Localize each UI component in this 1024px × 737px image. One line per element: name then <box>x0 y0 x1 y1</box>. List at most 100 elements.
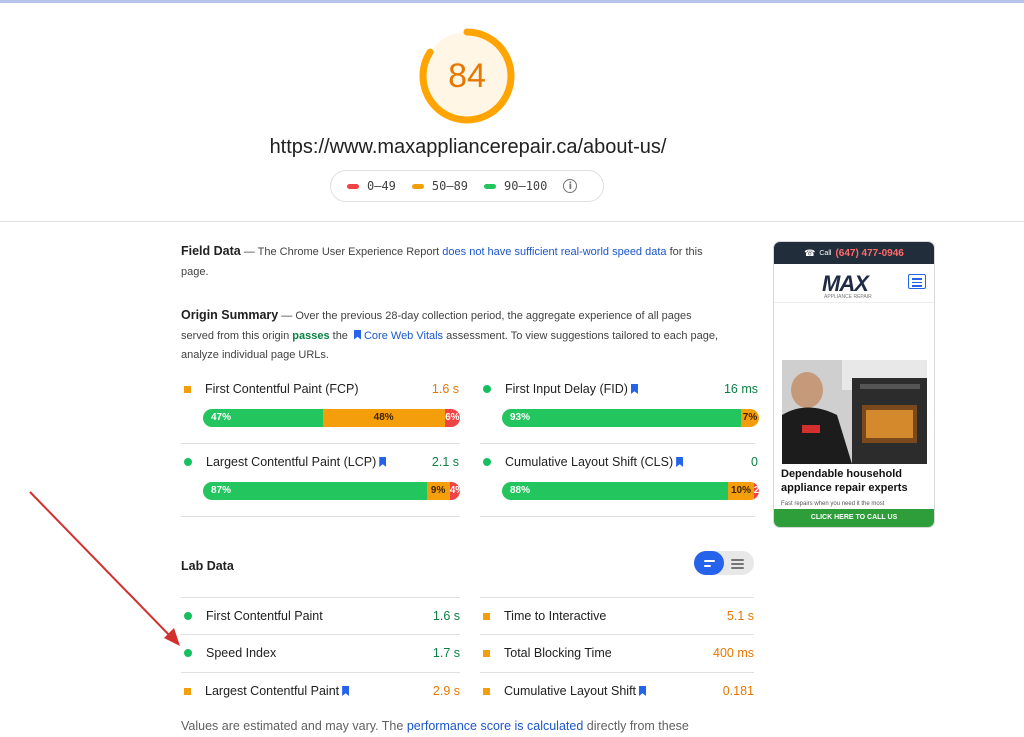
row-divider <box>181 443 460 444</box>
phone-icon: ☎ <box>804 247 816 258</box>
good-segment: 88% <box>502 482 729 500</box>
preview-call-label: Call <box>819 249 832 257</box>
field-metric: First Input Delay (FID) 16 ms 93% 7% <box>480 381 759 427</box>
poor-segment: 6% <box>444 409 460 427</box>
needs-improvement-segment: 48% <box>322 409 445 427</box>
lab-metric-value: 5.1 s <box>726 609 754 623</box>
average-square-icon <box>483 612 490 620</box>
bookmark-icon <box>353 329 361 340</box>
field-data-link[interactable]: does not have sufficient real-world spee… <box>442 246 666 258</box>
field-metric-name: Cumulative Layout Shift (CLS) <box>505 455 674 469</box>
field-metric-name: First Contentful Paint (FCP) <box>205 382 359 396</box>
good-circle-icon <box>184 612 192 620</box>
lab-metric-name: Total Blocking Time <box>504 646 612 660</box>
lab-metric: Speed Index 1.7 s <box>181 644 460 662</box>
preview-nav: MAX APPLIANCE REPAIR <box>774 264 934 303</box>
preview-phone: (647) 477-0946 <box>835 247 904 259</box>
lab-metric: Cumulative Layout Shift 0.181 <box>480 682 754 700</box>
lab-metric-value: 400 ms <box>713 646 754 660</box>
view-toggle[interactable] <box>694 551 754 575</box>
field-metric-name: Largest Contentful Paint (LCP) <box>206 455 377 469</box>
lab-metric-name: Largest Contentful Paint <box>205 684 340 698</box>
score-calc-link[interactable]: performance score is calculated <box>407 719 583 733</box>
lab-metric-name: First Contentful Paint <box>206 609 323 623</box>
row-divider <box>480 672 754 673</box>
field-metric: Cumulative Layout Shift (CLS) 0 88%10%2% <box>480 454 759 500</box>
page-screenshot-preview: ☎ Call (647) 477-0946 MAX APPLIANCE REPA… <box>774 242 934 527</box>
legend-label: 90–100 <box>504 179 548 193</box>
performance-score: 84 <box>448 57 486 95</box>
average-square-icon <box>483 649 490 657</box>
average-square-icon <box>184 385 191 393</box>
good-segment: 47% <box>203 409 323 427</box>
lab-metric-value: 2.9 s <box>432 684 460 698</box>
row-divider <box>480 597 754 598</box>
footer-text-end: directly from these <box>583 719 689 733</box>
field-metric-header: Largest Contentful Paint (LCP) 2.1 s <box>181 454 459 470</box>
needs-improvement-segment: 9% <box>426 482 450 500</box>
toggle-line <box>731 563 744 565</box>
lab-metric-name: Speed Index <box>206 646 277 660</box>
good-circle-icon <box>184 649 192 657</box>
lab-metric-name: Cumulative Layout Shift <box>504 684 637 698</box>
toggle-line <box>704 565 711 567</box>
origin-summary-title: Origin Summary <box>181 308 279 322</box>
info-icon[interactable]: i <box>563 179 578 193</box>
bookmark-icon <box>639 686 647 696</box>
lab-metric: Time to Interactive 5.1 s <box>480 607 754 625</box>
legend-item-good: 90–100 <box>484 179 547 193</box>
legend-item-poor: 0–49 <box>347 179 396 193</box>
toggle-line <box>731 559 744 561</box>
footer-text: Values are estimated and may vary. The <box>181 719 407 733</box>
bookmark-icon <box>342 686 350 696</box>
footer-note: Values are estimated and may vary. The p… <box>181 719 689 733</box>
field-metric-name: First Input Delay (FID) <box>505 382 628 396</box>
lab-metric-value: 1.7 s <box>432 646 460 660</box>
toggle-line <box>731 567 744 569</box>
page-url: https://www.maxappliancerepair.ca/about-… <box>269 136 667 158</box>
lab-metric: Total Blocking Time 400 ms <box>480 644 754 662</box>
field-metric: First Contentful Paint (FCP) 1.6 s 47% 48% 6… <box>181 381 460 427</box>
top-border <box>0 0 1024 3</box>
needs-improvement-segment: 10% <box>728 482 754 500</box>
field-metric-value: 1.6 s <box>431 382 459 396</box>
preview-call-bar: ☎ Call (647) 477-0946 <box>774 242 934 264</box>
header-divider <box>0 221 1024 222</box>
distribution-bar: 47% 48% 6% <box>203 409 460 427</box>
legend-label: 50–89 <box>431 179 469 193</box>
field-metric-header: First Contentful Paint (FCP) 1.6 s <box>181 381 459 397</box>
bookmark-icon <box>379 457 387 467</box>
hamburger-menu-icon <box>908 274 926 289</box>
passes-label: passes <box>292 329 330 342</box>
field-metric-header: Cumulative Layout Shift (CLS) 0 <box>480 454 758 470</box>
good-circle-icon <box>184 458 192 466</box>
good-segment: 93% <box>502 409 741 427</box>
legend-dash-green <box>484 183 497 189</box>
origin-summary-text-mid: the <box>329 329 351 342</box>
row-divider <box>181 634 460 635</box>
row-divider <box>480 443 755 444</box>
field-data-paragraph: Field Data — The Chrome User Experience … <box>181 242 721 282</box>
lab-data-title: Lab Data <box>181 559 234 573</box>
field-metric-header: First Input Delay (FID) 16 ms <box>480 381 758 397</box>
good-circle-icon <box>483 385 491 393</box>
row-divider <box>181 597 460 598</box>
bookmark-icon <box>676 457 684 467</box>
legend-dash-red <box>347 183 359 189</box>
toggle-summary-view[interactable] <box>694 551 724 575</box>
field-metric-value: 16 ms <box>723 382 758 396</box>
field-metric: Largest Contentful Paint (LCP) 2.1 s 87% 9%… <box>181 454 460 500</box>
distribution-bar: 88%10%2% <box>502 482 759 500</box>
origin-summary-paragraph: Origin Summary — Over the previous 28-da… <box>181 306 721 366</box>
bookmark-icon <box>630 384 638 394</box>
row-divider <box>480 516 755 517</box>
poor-segment: 4% <box>449 482 460 500</box>
core-web-vitals-link[interactable]: Core Web Vitals <box>364 330 443 342</box>
average-square-icon <box>483 687 490 695</box>
legend-item-average: 50–89 <box>411 179 469 193</box>
toggle-line <box>704 560 715 562</box>
lab-metric-name: Time to Interactive <box>504 609 607 623</box>
field-data-title: Field Data <box>181 244 241 258</box>
average-square-icon <box>184 687 191 695</box>
distribution-bar: 87%9%4% <box>203 482 460 500</box>
